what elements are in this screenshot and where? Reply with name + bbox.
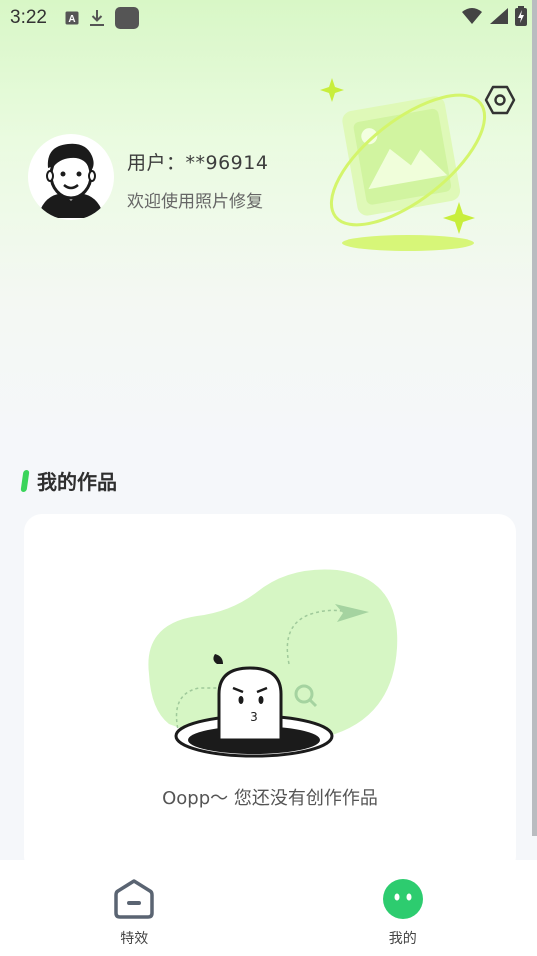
scrollbar[interactable] xyxy=(532,0,537,836)
works-card: 3 Oopp〜 您还没有创作作品 xyxy=(24,514,516,874)
settings-button[interactable] xyxy=(484,84,516,116)
user-name: 用户：**96914 xyxy=(127,152,269,174)
nav-label-mine: 我的 xyxy=(388,931,417,947)
nav-item-effects[interactable]: 特效 xyxy=(0,860,269,956)
signal-icon xyxy=(489,7,509,30)
empty-works-text: Oopp〜 您还没有创作作品 xyxy=(162,788,378,809)
header-decoration-illustration xyxy=(312,70,502,260)
section-title: 我的作品 xyxy=(37,470,117,494)
download-icon xyxy=(89,9,105,27)
welcome-text: 欢迎使用照片修复 xyxy=(127,192,263,212)
status-right xyxy=(461,6,527,31)
nav-item-mine[interactable]: 我的 xyxy=(269,860,537,956)
svg-text:3: 3 xyxy=(250,710,258,724)
battery-charging-icon xyxy=(515,6,527,31)
smiley-face-icon xyxy=(381,877,425,921)
bottom-nav: 特效 我的 xyxy=(0,860,537,956)
a-notification-icon: A xyxy=(65,11,79,25)
section-accent-bar xyxy=(20,469,30,492)
status-time: 3:22 xyxy=(10,7,47,28)
status-bar: 3:22 A xyxy=(0,0,537,36)
wifi-icon xyxy=(461,7,483,30)
settings-hex-icon xyxy=(484,85,516,120)
empty-hole-character-icon: 3 xyxy=(139,564,404,784)
cartoon-avatar-icon xyxy=(28,134,114,220)
app-square-icon xyxy=(114,7,139,29)
home-icon xyxy=(112,877,156,921)
works-section-header: 我的作品 xyxy=(20,466,117,495)
nav-label-effects: 特效 xyxy=(120,931,149,947)
svg-text:A: A xyxy=(68,14,75,25)
avatar[interactable] xyxy=(28,134,114,220)
